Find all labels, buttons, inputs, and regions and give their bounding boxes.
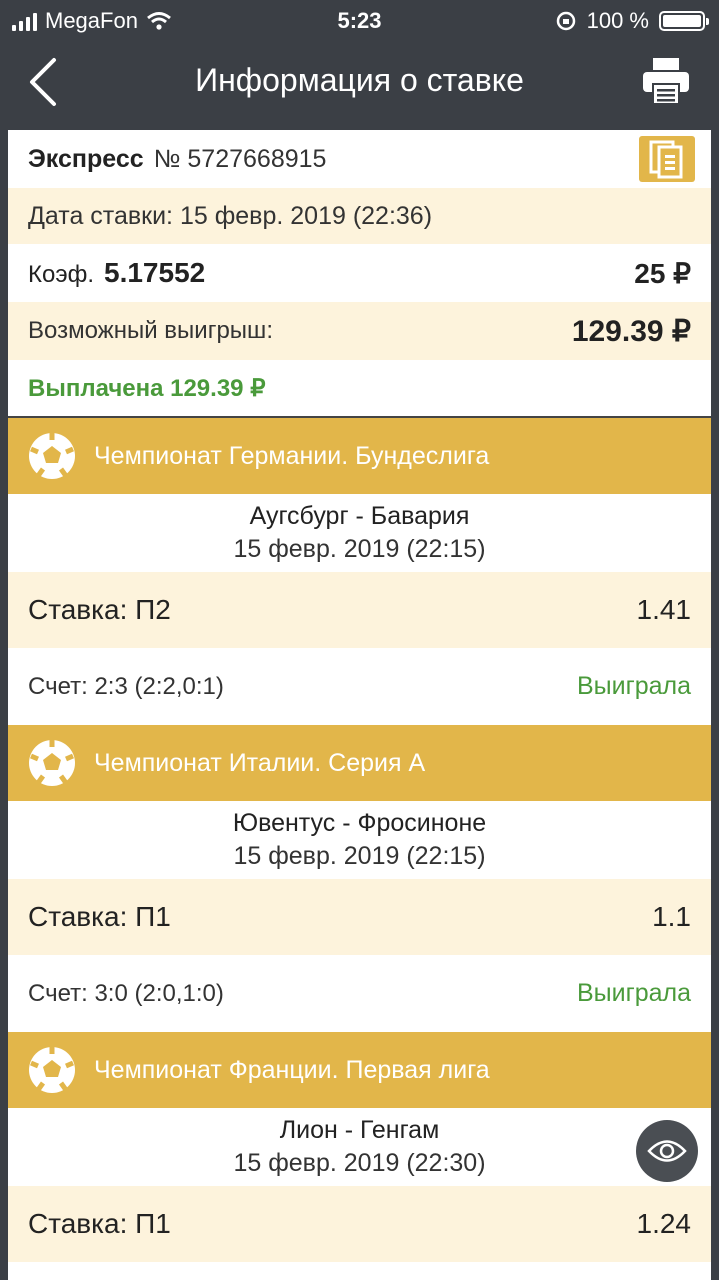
score-row — [8, 1262, 711, 1280]
battery-icon — [659, 11, 709, 31]
coef-row: Коэф. 5.17552 25 ₽ — [8, 244, 711, 302]
league-name: Чемпионат Италии. Серия А — [94, 748, 426, 777]
match-info[interactable]: Аугсбург - Бавария 15 февр. 2019 (22:15) — [8, 494, 711, 572]
status-right: 100 % — [555, 8, 709, 34]
match-teams: Лион - Генгам — [279, 1116, 440, 1144]
bet-details: Экспресс № 5727668915 Дата ставки: 15 фе… — [8, 130, 711, 1280]
league-header: Чемпионат Германии. Бундеслига — [8, 418, 711, 494]
league-header: Чемпионат Италии. Серия А — [8, 725, 711, 801]
bet-odd: 1.24 — [636, 1208, 692, 1239]
battery-label: 100 % — [586, 8, 649, 33]
copy-button[interactable] — [639, 136, 695, 182]
possible-win-row: Возможный выигрыш: 129.39 ₽ — [8, 302, 711, 360]
bet-selection-row: Ставка: П1 1.1 — [8, 879, 711, 955]
soccer-ball-icon — [29, 433, 75, 479]
match-teams: Ювентус - Фросиноне — [232, 809, 487, 837]
soccer-ball-icon — [29, 1047, 75, 1093]
bet-result: Выиграла — [576, 672, 691, 700]
match-score: Счет: 3:0 (2:0,1:0) — [28, 979, 224, 1007]
coef-label: Коэф. — [28, 261, 94, 288]
match-info[interactable]: Ювентус - Фросиноне 15 февр. 2019 (22:15… — [8, 801, 711, 879]
bet-date: Дата ставки: 15 февр. 2019 (22:36) — [8, 188, 711, 244]
status-bar: MegaFon 5:23 100 % — [0, 0, 719, 42]
bet-selection: Ставка: П1 — [28, 1208, 171, 1239]
bet-odd: 1.1 — [652, 901, 691, 932]
bet-header: Экспресс № 5727668915 — [8, 130, 711, 188]
league-name: Чемпионат Германии. Бундеслига — [94, 441, 490, 470]
possible-win-label: Возможный выигрыш: — [28, 317, 273, 344]
coef-group: Коэф. 5.17552 — [28, 257, 205, 289]
eye-icon — [647, 1140, 687, 1162]
visibility-toggle-button[interactable] — [636, 1120, 698, 1182]
match-info[interactable]: Лион - Генгам 15 февр. 2019 (22:30) — [8, 1108, 711, 1186]
paid-status: Выплачена 129.39 ₽ — [8, 360, 711, 418]
bet-result: Выиграла — [576, 979, 691, 1007]
match-teams: Аугсбург - Бавария — [249, 502, 470, 530]
stake-value: 25 ₽ — [634, 257, 691, 289]
bet-odd: 1.41 — [636, 594, 692, 625]
match-date: 15 февр. 2019 (22:15) — [233, 535, 486, 563]
bet-type: Экспресс — [28, 144, 144, 173]
bet-selection-row: Ставка: П1 1.24 — [8, 1186, 711, 1262]
page-title: Информация о ставке — [195, 62, 524, 98]
league-header: Чемпионат Франции. Первая лига — [8, 1032, 711, 1108]
bet-selection: Ставка: П1 — [28, 901, 171, 932]
print-icon[interactable] — [641, 56, 691, 106]
score-row: Счет: 2:3 (2:2,0:1) Выиграла — [8, 648, 711, 725]
possible-win-value: 129.39 ₽ — [571, 314, 691, 348]
match-date: 15 февр. 2019 (22:15) — [233, 842, 486, 870]
score-row: Счет: 3:0 (2:0,1:0) Выиграла — [8, 955, 711, 1032]
bet-selection: Ставка: П2 — [28, 594, 171, 625]
copy-icon — [649, 140, 683, 179]
rotation-lock-icon — [556, 11, 575, 31]
bet-number: № 5727668915 — [153, 144, 327, 173]
league-name: Чемпионат Франции. Первая лига — [94, 1055, 490, 1084]
match-date: 15 февр. 2019 (22:30) — [233, 1149, 486, 1177]
match-score: Счет: 2:3 (2:2,0:1) — [28, 672, 224, 700]
coef-value: 5.17552 — [104, 257, 206, 288]
soccer-ball-icon — [29, 740, 75, 786]
nav-bar: Информация о ставке — [0, 42, 719, 122]
bet-selection-row: Ставка: П2 1.41 — [8, 572, 711, 648]
